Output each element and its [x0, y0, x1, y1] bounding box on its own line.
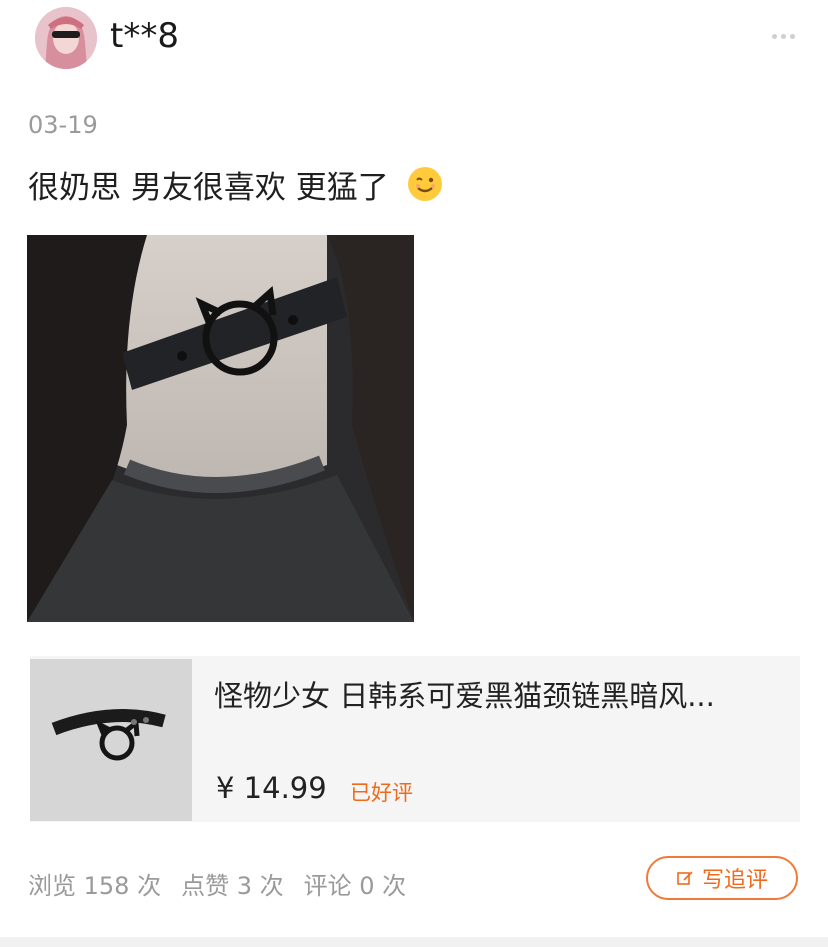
- product-title[interactable]: 怪物少女 日韩系可爱黑猫颈链黑暗风...: [214, 678, 774, 714]
- review-text: 很奶思 男友很喜欢 更猛了: [28, 166, 443, 213]
- rating-badge: 已好评: [350, 781, 413, 805]
- bottom-divider: [0, 937, 828, 947]
- edit-icon: [676, 869, 694, 887]
- product-price: ¥ 14.99: [216, 771, 327, 805]
- wink-emoji-icon: [407, 166, 443, 213]
- review-date: 03-19: [28, 111, 98, 139]
- follow-up-review-button[interactable]: 写追评: [646, 856, 798, 900]
- choker-photo: [27, 235, 414, 622]
- review-header: t**8: [0, 0, 828, 80]
- review-stats: 浏览 158 次 点赞 3 次 评论 0 次: [28, 866, 406, 901]
- username[interactable]: t**8: [110, 16, 179, 56]
- avatar-image: [35, 7, 97, 69]
- product-card[interactable]: 怪物少女 日韩系可爱黑猫颈链黑暗风... ¥ 14.99 已好评: [30, 656, 800, 822]
- follow-up-review-label: 写追评: [701, 868, 768, 893]
- product-thumbnail[interactable]: [30, 659, 192, 821]
- review-body: 很奶思 男友很喜欢 更猛了: [28, 170, 389, 206]
- avatar[interactable]: [35, 7, 97, 69]
- more-dots-icon[interactable]: [772, 28, 798, 44]
- views-count: 浏览 158 次: [28, 872, 162, 900]
- comments-count: 评论 0 次: [303, 872, 407, 900]
- likes-count: 点赞 3 次: [181, 872, 284, 900]
- review-photo[interactable]: [27, 235, 414, 622]
